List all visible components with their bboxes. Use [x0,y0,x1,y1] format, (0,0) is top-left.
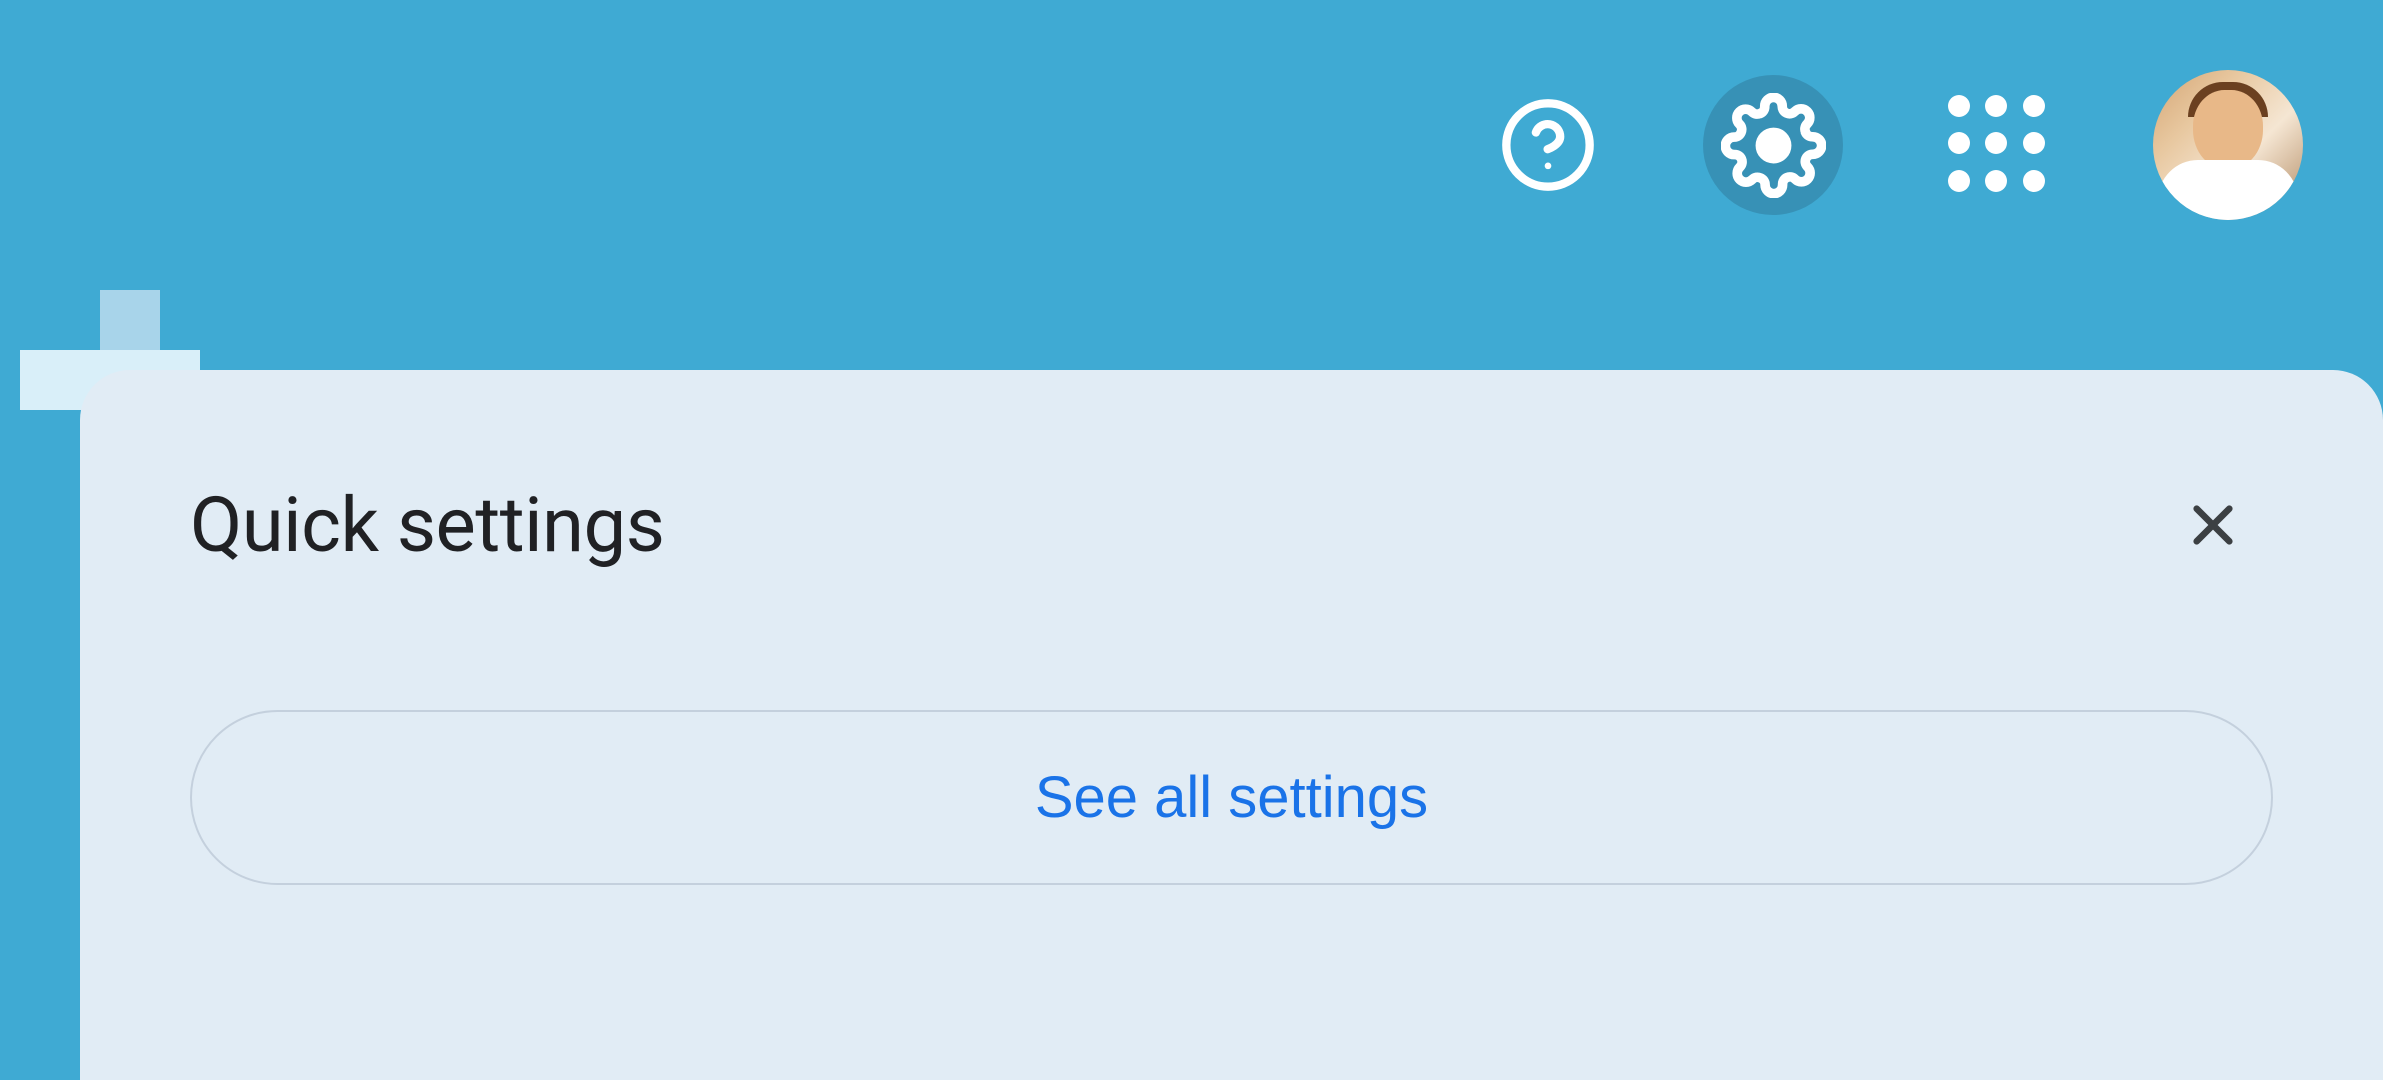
help-button[interactable] [1478,75,1618,215]
close-icon [2185,497,2241,553]
close-button[interactable] [2183,495,2243,555]
see-all-settings-label: See all settings [1035,764,1428,831]
panel-header: Quick settings [190,480,2273,570]
user-avatar[interactable] [2153,70,2303,220]
apps-button[interactable] [1928,75,2068,215]
apps-icon [1948,95,2048,195]
app-header [1478,0,2383,290]
settings-button[interactable] [1703,75,1843,215]
help-icon [1498,95,1598,195]
quick-settings-panel: Quick settings See all settings [80,370,2383,1080]
gear-icon [1721,93,1826,198]
panel-title: Quick settings [190,480,664,570]
see-all-settings-button[interactable]: See all settings [190,710,2273,885]
